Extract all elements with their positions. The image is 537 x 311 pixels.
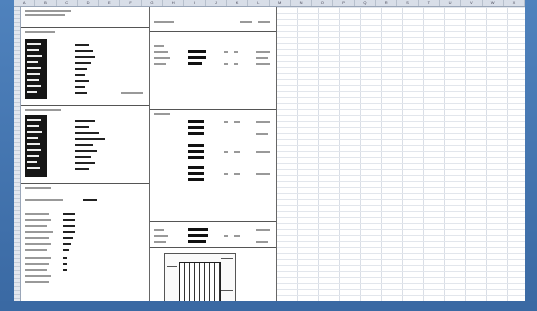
- column-header-d[interactable]: D: [78, 0, 100, 6]
- empty-cell-grid[interactable]: [276, 7, 525, 301]
- window-frame-right: [525, 0, 537, 311]
- column-header-a[interactable]: A: [14, 0, 36, 6]
- column-header-q[interactable]: Q: [355, 0, 377, 6]
- column-header-w[interactable]: W: [483, 0, 504, 6]
- cross-section-diagram: [179, 262, 221, 301]
- column-header-r[interactable]: R: [376, 0, 398, 6]
- input-pane: [21, 7, 150, 301]
- column-header-l[interactable]: L: [248, 0, 270, 6]
- column-header-bar[interactable]: ABCDEFGHIJKLMNOPQRSTUVWX: [14, 0, 525, 7]
- column-header-b[interactable]: B: [35, 0, 57, 6]
- column-header-p[interactable]: P: [333, 0, 355, 6]
- column-header-s[interactable]: S: [397, 0, 419, 6]
- column-header-v[interactable]: V: [461, 0, 483, 6]
- column-header-j[interactable]: J: [206, 0, 227, 6]
- column-header-o[interactable]: O: [312, 0, 334, 6]
- column-header-c[interactable]: C: [57, 0, 78, 6]
- column-header-n[interactable]: N: [291, 0, 313, 6]
- results-pane: [150, 7, 277, 301]
- column-header-t[interactable]: T: [419, 0, 440, 6]
- column-header-g[interactable]: G: [142, 0, 164, 6]
- row-header-bar[interactable]: [14, 7, 21, 301]
- column-header-k[interactable]: K: [227, 0, 249, 6]
- column-header-e[interactable]: E: [99, 0, 121, 6]
- window-frame-left: [0, 0, 14, 311]
- column-header-i[interactable]: I: [184, 0, 206, 6]
- column-header-h[interactable]: H: [163, 0, 185, 6]
- spreadsheet[interactable]: ABCDEFGHIJKLMNOPQRSTUVWX: [14, 0, 525, 301]
- window-frame-bottom: [0, 301, 537, 311]
- column-header-x[interactable]: X: [504, 0, 525, 6]
- column-header-m[interactable]: M: [270, 0, 291, 6]
- column-header-u[interactable]: U: [440, 0, 462, 6]
- section-drawing: [164, 253, 236, 301]
- column-header-f[interactable]: F: [120, 0, 142, 6]
- input-block-1[interactable]: [25, 39, 47, 99]
